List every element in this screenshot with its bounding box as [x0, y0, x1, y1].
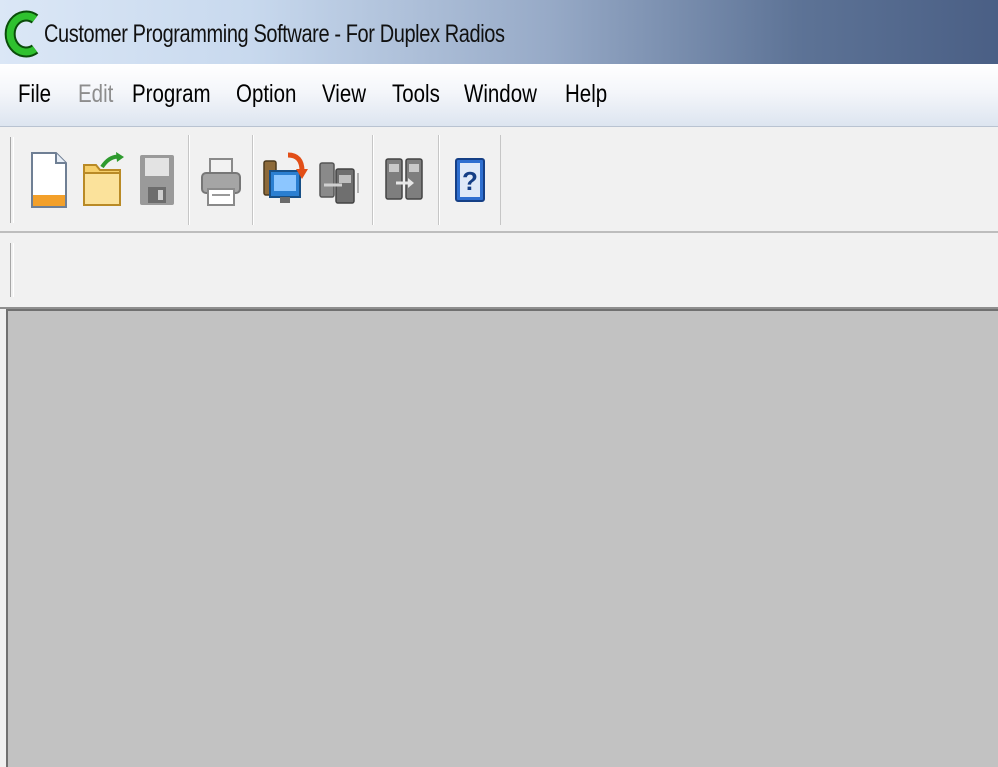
- help-button[interactable]: ?: [448, 149, 494, 211]
- print-icon: [201, 158, 241, 206]
- print-button[interactable]: [198, 149, 244, 211]
- svg-text:?: ?: [462, 166, 478, 196]
- menu-bar: File Edit Program Option View Tools Wind…: [0, 64, 998, 127]
- menu-edit[interactable]: Edit: [78, 80, 113, 109]
- toolbar-separator: [372, 135, 374, 225]
- new-file-icon: [31, 152, 67, 208]
- save-disk-icon: [140, 155, 174, 205]
- menu-file[interactable]: File: [18, 80, 51, 109]
- read-radio-button[interactable]: [262, 149, 308, 211]
- app-c-logo-icon: [4, 10, 39, 58]
- title-bar[interactable]: Customer Programming Software - For Dupl…: [0, 0, 998, 64]
- clone-radio-button[interactable]: [382, 149, 428, 211]
- write-to-radio-icon: [319, 162, 359, 204]
- menu-help[interactable]: Help: [565, 80, 607, 109]
- help-icon: ?: [455, 158, 485, 202]
- new-button[interactable]: [26, 149, 72, 211]
- open-folder-icon: [83, 152, 124, 206]
- open-button[interactable]: [80, 149, 126, 211]
- toolbar-grip[interactable]: [10, 137, 14, 223]
- toolbar-separator: [188, 135, 190, 225]
- menu-window[interactable]: Window: [464, 80, 537, 109]
- clone-radio-icon: [385, 158, 423, 200]
- read-from-radio-icon: [263, 152, 308, 203]
- save-button[interactable]: [134, 149, 180, 211]
- menu-view[interactable]: View: [322, 80, 366, 109]
- secondary-toolbar-grip[interactable]: [10, 243, 14, 297]
- menu-option[interactable]: Option: [236, 80, 296, 109]
- toolbar-separator: [252, 135, 254, 225]
- menu-tools[interactable]: Tools: [392, 80, 440, 109]
- toolbar-end-divider: [500, 135, 501, 225]
- write-radio-button[interactable]: [316, 149, 362, 211]
- mdi-workspace[interactable]: [6, 309, 998, 767]
- toolbar: ?: [0, 127, 998, 233]
- menu-program[interactable]: Program: [132, 80, 211, 109]
- secondary-toolbar: [0, 233, 998, 309]
- window-title: Customer Programming Software - For Dupl…: [44, 20, 505, 48]
- toolbar-separator: [438, 135, 440, 225]
